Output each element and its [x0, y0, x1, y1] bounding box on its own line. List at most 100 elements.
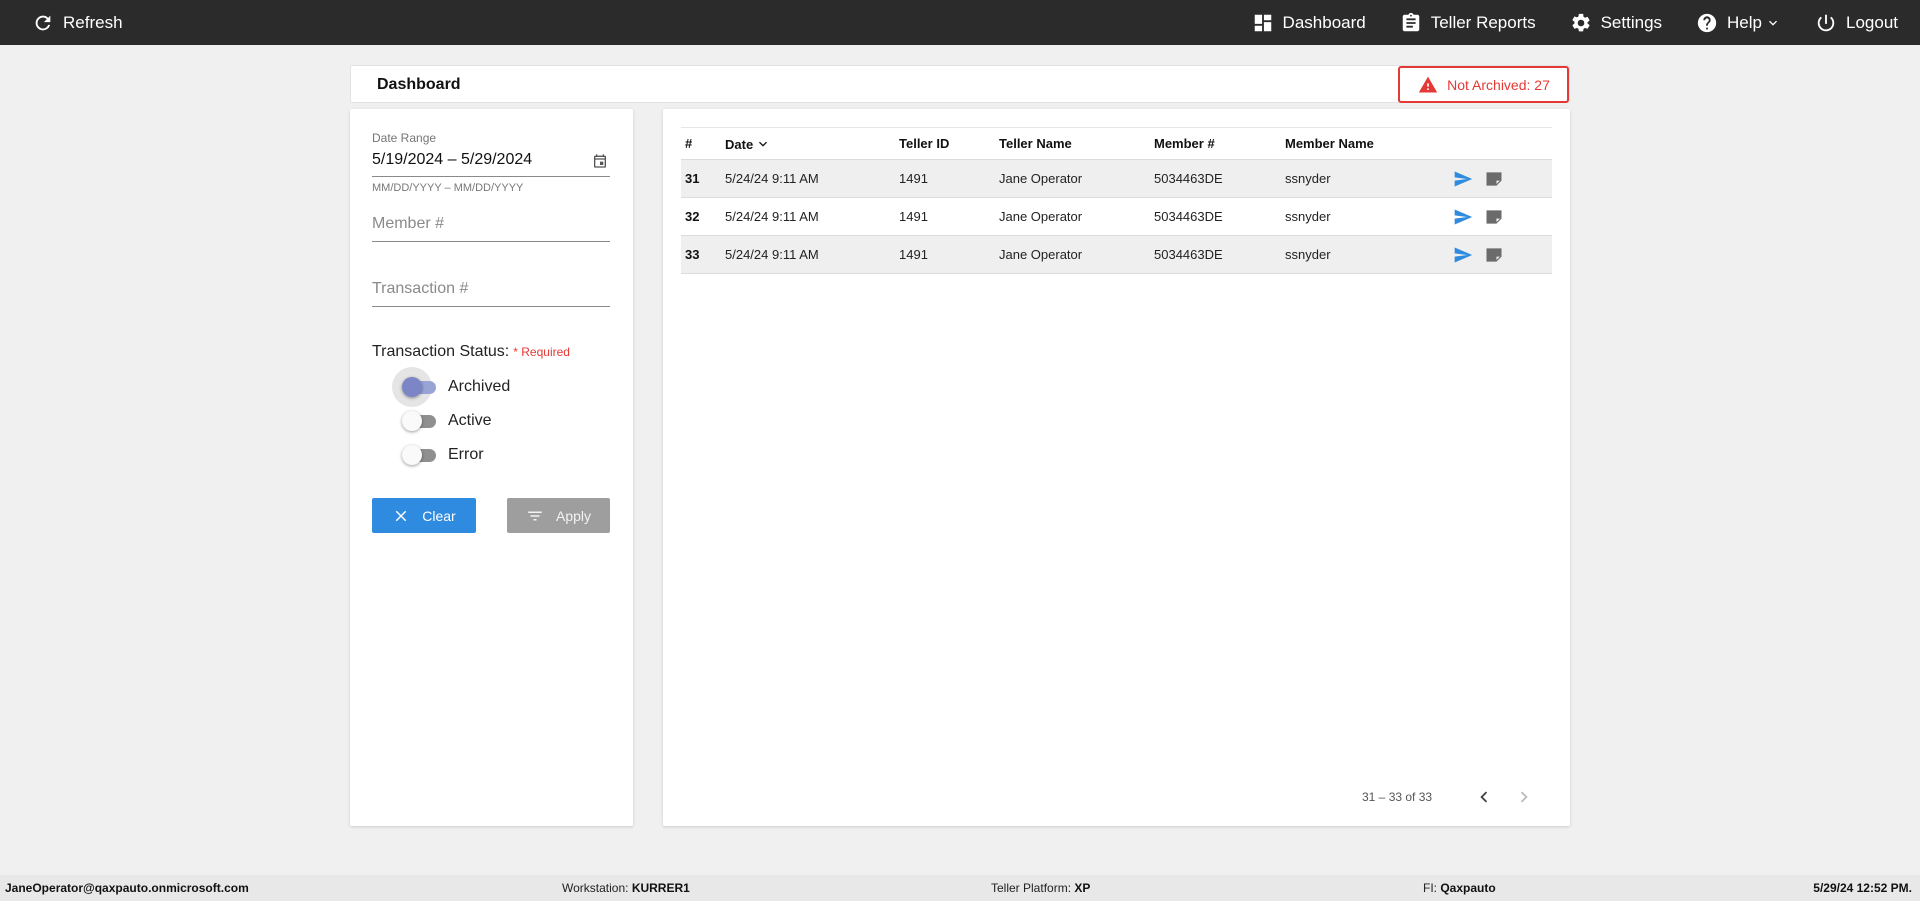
table-row[interactable]: 32 5/24/24 9:11 AM 1491 Jane Operator 50…: [681, 198, 1552, 236]
footer-workstation-label: Workstation:: [562, 881, 629, 895]
cell-member-name: ssnyder: [1285, 247, 1331, 262]
send-button[interactable]: [1453, 245, 1473, 265]
next-page-button[interactable]: [1511, 784, 1537, 810]
footer-user: JaneOperator@qaxpauto.onmicrosoft.com: [5, 881, 249, 895]
date-range-underline: [372, 176, 610, 177]
transaction-status-label: Transaction Status: * Required: [372, 343, 570, 361]
header-card: Dashboard Not Archived: 27: [350, 65, 1570, 103]
not-archived-label: Not Archived: 27: [1447, 76, 1550, 93]
send-icon: [1454, 209, 1473, 225]
active-label: Active: [448, 412, 492, 429]
top-nav-bar: Refresh Dashboard Teller Reports Setting…: [0, 0, 1920, 45]
footer-fi: FI: Qaxpauto: [1423, 881, 1496, 895]
toggle-active[interactable]: Active: [402, 411, 492, 431]
column-header-teller-name: Teller Name: [999, 136, 1072, 151]
nav-dashboard[interactable]: Dashboard: [1252, 0, 1366, 45]
page-title: Dashboard: [377, 76, 461, 93]
note-icon: [1486, 172, 1502, 186]
table-header: # Date Teller ID Teller Name Member # Me…: [681, 127, 1552, 160]
transaction-number-underline: [372, 306, 610, 307]
close-icon: [396, 510, 407, 521]
date-range-label: Date Range: [372, 131, 437, 145]
note-button[interactable]: [1484, 207, 1504, 227]
nav-help[interactable]: Help: [1696, 0, 1781, 45]
footer-datetime: 5/29/24 12:52 PM.: [1813, 881, 1912, 895]
cell-date: 5/24/24 9:11 AM: [725, 247, 819, 262]
error-switch[interactable]: [402, 445, 436, 465]
date-range-hint: MM/DD/YYYY – MM/DD/YYYY: [372, 182, 524, 194]
dashboard-icon: [1254, 14, 1271, 31]
footer-fi-value: Qaxpauto: [1440, 881, 1496, 895]
refresh-icon: [35, 15, 51, 30]
cell-teller-id: 1491: [899, 247, 928, 262]
apply-label: Apply: [555, 507, 592, 524]
cell-teller-id: 1491: [899, 171, 928, 186]
note-button[interactable]: [1484, 245, 1504, 265]
column-header-date[interactable]: Date: [725, 136, 771, 152]
cell-teller-name: Jane Operator: [999, 247, 1083, 262]
member-number-input[interactable]: [372, 215, 610, 233]
archived-label: Archived: [448, 378, 511, 395]
active-switch[interactable]: [402, 411, 436, 431]
cell-member-name: ssnyder: [1285, 171, 1331, 186]
nav-teller-reports-label: Teller Reports: [1430, 12, 1536, 32]
table-row[interactable]: 33 5/24/24 9:11 AM 1491 Jane Operator 50…: [681, 236, 1552, 274]
previous-page-button[interactable]: [1471, 784, 1497, 810]
nav-logout[interactable]: Logout: [1815, 0, 1898, 45]
nav-settings-label: Settings: [1600, 12, 1663, 32]
cell-date: 5/24/24 9:11 AM: [725, 171, 819, 186]
note-icon: [1486, 210, 1502, 224]
cell-number: 33: [685, 247, 700, 262]
error-label: Error: [448, 446, 484, 463]
cell-member-number: 5034463DE: [1154, 171, 1223, 186]
send-button[interactable]: [1453, 169, 1473, 189]
nav-logout-label: Logout: [1846, 12, 1898, 32]
status-footer: JaneOperator@qaxpauto.onmicrosoft.com Wo…: [0, 875, 1920, 901]
cell-teller-id: 1491: [899, 209, 928, 224]
nav-settings[interactable]: Settings: [1570, 0, 1662, 45]
member-number-underline: [372, 241, 610, 242]
footer-platform-value: XP: [1074, 881, 1091, 895]
cell-number: 32: [685, 209, 700, 224]
refresh-button[interactable]: Refresh: [32, 0, 123, 45]
footer-workstation: Workstation: KURRER1: [562, 881, 690, 895]
cell-number: 31: [685, 171, 700, 186]
cell-teller-name: Jane Operator: [999, 171, 1083, 186]
toggle-archived[interactable]: Archived: [392, 367, 511, 407]
send-icon: [1454, 171, 1473, 187]
help-icon: [1697, 13, 1717, 32]
send-button[interactable]: [1453, 207, 1473, 227]
cell-member-name: ssnyder: [1285, 209, 1331, 224]
footer-workstation-value: KURRER1: [631, 881, 690, 895]
clear-button[interactable]: Clear: [372, 498, 476, 533]
chevron-down-icon: [1769, 20, 1777, 26]
refresh-label: Refresh: [63, 12, 123, 32]
column-header-member-number: Member #: [1154, 136, 1215, 151]
footer-user-email: JaneOperator@qaxpauto.onmicrosoft.com: [5, 881, 249, 895]
footer-fi-label: FI:: [1423, 881, 1437, 895]
clipboard-icon: [1402, 12, 1419, 31]
column-header-member-name: Member Name: [1285, 136, 1374, 151]
clear-label: Clear: [422, 507, 456, 524]
transaction-number-input[interactable]: [372, 280, 610, 298]
cell-member-number: 5034463DE: [1154, 209, 1223, 224]
apply-button[interactable]: Apply: [507, 498, 610, 533]
column-header-teller-id: Teller ID: [899, 136, 950, 151]
right-nav: Dashboard Teller Reports Settings Help L…: [1252, 0, 1898, 45]
column-header-date-label: Date: [725, 136, 754, 152]
chevron-down-icon: [759, 141, 768, 147]
table-row[interactable]: 31 5/24/24 9:11 AM 1491 Jane Operator 50…: [681, 160, 1552, 198]
toggle-error[interactable]: Error: [402, 445, 484, 465]
nav-help-label: Help: [1727, 12, 1762, 32]
nav-teller-reports[interactable]: Teller Reports: [1400, 0, 1536, 45]
send-icon: [1454, 247, 1473, 263]
calendar-icon[interactable]: [592, 153, 608, 169]
cell-date: 5/24/24 9:11 AM: [725, 209, 819, 224]
date-range-input[interactable]: 5/19/2024 – 5/29/2024: [372, 151, 532, 169]
note-button[interactable]: [1484, 169, 1504, 189]
not-archived-badge[interactable]: Not Archived: 27: [1398, 66, 1569, 103]
transaction-status-text: Transaction Status:: [372, 343, 510, 360]
column-header-number: #: [685, 136, 693, 151]
archived-switch[interactable]: [392, 367, 436, 407]
cell-member-number: 5034463DE: [1154, 247, 1223, 262]
